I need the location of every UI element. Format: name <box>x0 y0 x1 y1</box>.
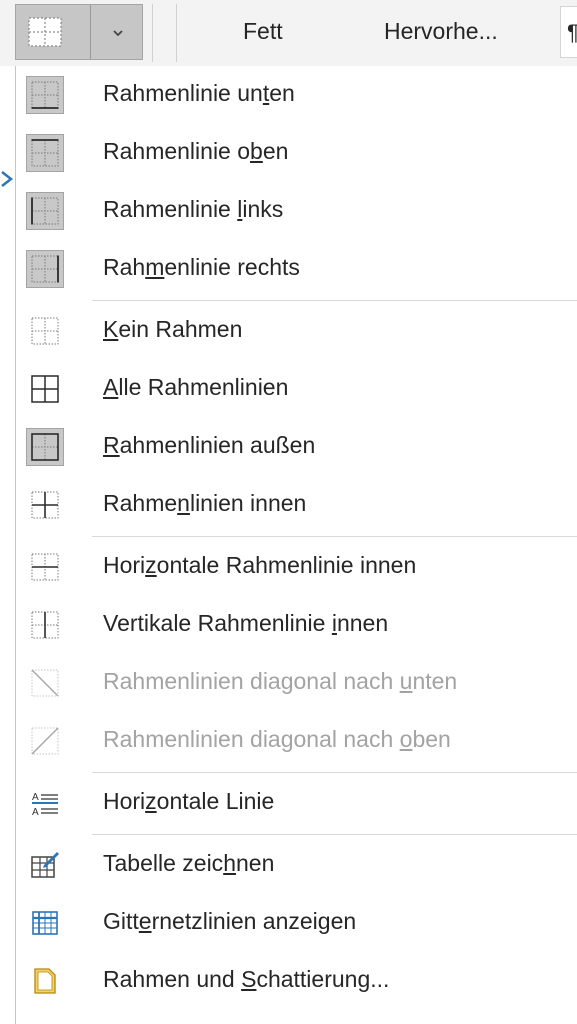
menu-item-label: Rahmenlinie unten <box>103 80 295 106</box>
menu-separator <box>92 772 577 773</box>
draw-table-icon <box>26 846 64 884</box>
outside-borders-icon <box>26 428 64 466</box>
ribbon-separator <box>152 4 153 62</box>
menu-item-right-border[interactable]: Rahmenlinie rechts <box>16 240 577 298</box>
borders-dropdown-menu: Rahmenlinie unten Rahmenlinie oben Rahme… <box>15 66 577 1024</box>
menu-item-label: Tabelle zeichnen <box>103 850 275 876</box>
menu-item-outside-borders[interactable]: Rahmenlinien außen <box>16 418 577 476</box>
menu-item-borders-and-shading[interactable]: Rahmen und Schattierung... <box>16 952 577 1010</box>
menu-item-bottom-border[interactable]: Rahmenlinie unten <box>16 66 577 124</box>
ribbon-separator <box>176 4 177 62</box>
inside-horizontal-border-icon <box>26 548 64 586</box>
right-border-icon <box>26 250 64 288</box>
menu-item-label: Horizontale Rahmenlinie innen <box>103 552 417 578</box>
left-border-icon <box>26 192 64 230</box>
menu-item-label: Rahmenlinien diagonal nach oben <box>103 726 451 752</box>
menu-item-diagonal-up-border: Rahmenlinien diagonal nach oben <box>16 712 577 770</box>
split-divider <box>90 5 91 59</box>
no-border-icon <box>26 312 64 350</box>
horizontal-line-icon: A A <box>26 784 64 822</box>
arrow-pointer-icon <box>1 171 14 187</box>
menu-separator <box>92 300 577 301</box>
menu-item-label: Gitternetzlinien anzeigen <box>103 908 357 934</box>
horizontal-line-icon-letter-bottom: A <box>32 807 39 817</box>
menu-item-inside-vertical-border[interactable]: Vertikale Rahmenlinie innen <box>16 596 577 654</box>
chevron-down-icon[interactable] <box>94 5 142 61</box>
all-borders-icon <box>26 370 64 408</box>
menu-item-label: Rahmenlinien innen <box>103 490 307 516</box>
menu-item-draw-table[interactable]: Tabelle zeichnen <box>16 836 577 894</box>
menu-item-label: Alle Rahmenlinien <box>103 374 289 400</box>
style-fett[interactable]: Fett <box>243 18 283 45</box>
menu-item-label: Rahmen und Schattierung... <box>103 966 390 992</box>
menu-item-diagonal-down-border: Rahmenlinien diagonal nach unten <box>16 654 577 712</box>
menu-item-inside-borders[interactable]: Rahmenlinien innen <box>16 476 577 534</box>
diagonal-down-border-icon <box>26 664 64 702</box>
top-border-icon <box>26 134 64 172</box>
menu-separator <box>92 536 577 537</box>
borders-and-shading-icon <box>26 962 64 1000</box>
menu-item-top-border[interactable]: Rahmenlinie oben <box>16 124 577 182</box>
menu-item-label: Rahmenlinien diagonal nach unten <box>103 668 458 694</box>
menu-item-label: Kein Rahmen <box>103 316 243 342</box>
pilcrow-icon[interactable]: ¶ <box>560 6 577 58</box>
bottom-border-icon <box>26 76 64 114</box>
inside-borders-icon <box>26 486 64 524</box>
menu-item-view-gridlines[interactable]: Gitternetzlinien anzeigen <box>16 894 577 952</box>
menu-item-label: Rahmenlinien außen <box>103 432 316 458</box>
menu-separator <box>92 834 577 835</box>
borders-split-button[interactable] <box>15 4 143 60</box>
diagonal-up-border-icon <box>26 722 64 760</box>
horizontal-line-icon-letter-top: A <box>32 792 39 803</box>
menu-item-label: Horizontale Linie <box>103 788 275 814</box>
menu-item-left-border[interactable]: Rahmenlinie links <box>16 182 577 240</box>
menu-item-label: Rahmenlinie rechts <box>103 254 300 280</box>
ribbon-bar: Fett Hervorhe... ¶ <box>0 0 577 66</box>
menu-item-all-borders[interactable]: Alle Rahmenlinien <box>16 360 577 418</box>
menu-item-label: Rahmenlinie oben <box>103 138 289 164</box>
menu-item-no-border[interactable]: Kein Rahmen <box>16 302 577 360</box>
menu-item-horizontal-line[interactable]: A A Horizontale Linie <box>16 774 577 832</box>
menu-item-label: Vertikale Rahmenlinie innen <box>103 610 389 636</box>
view-gridlines-icon <box>26 904 64 942</box>
style-hervorhebung[interactable]: Hervorhe... <box>384 18 498 45</box>
menu-item-inside-horizontal-border[interactable]: Horizontale Rahmenlinie innen <box>16 538 577 596</box>
inside-vertical-border-icon <box>26 606 64 644</box>
no-border-icon[interactable] <box>28 17 62 52</box>
menu-item-label: Rahmenlinie links <box>103 196 284 222</box>
